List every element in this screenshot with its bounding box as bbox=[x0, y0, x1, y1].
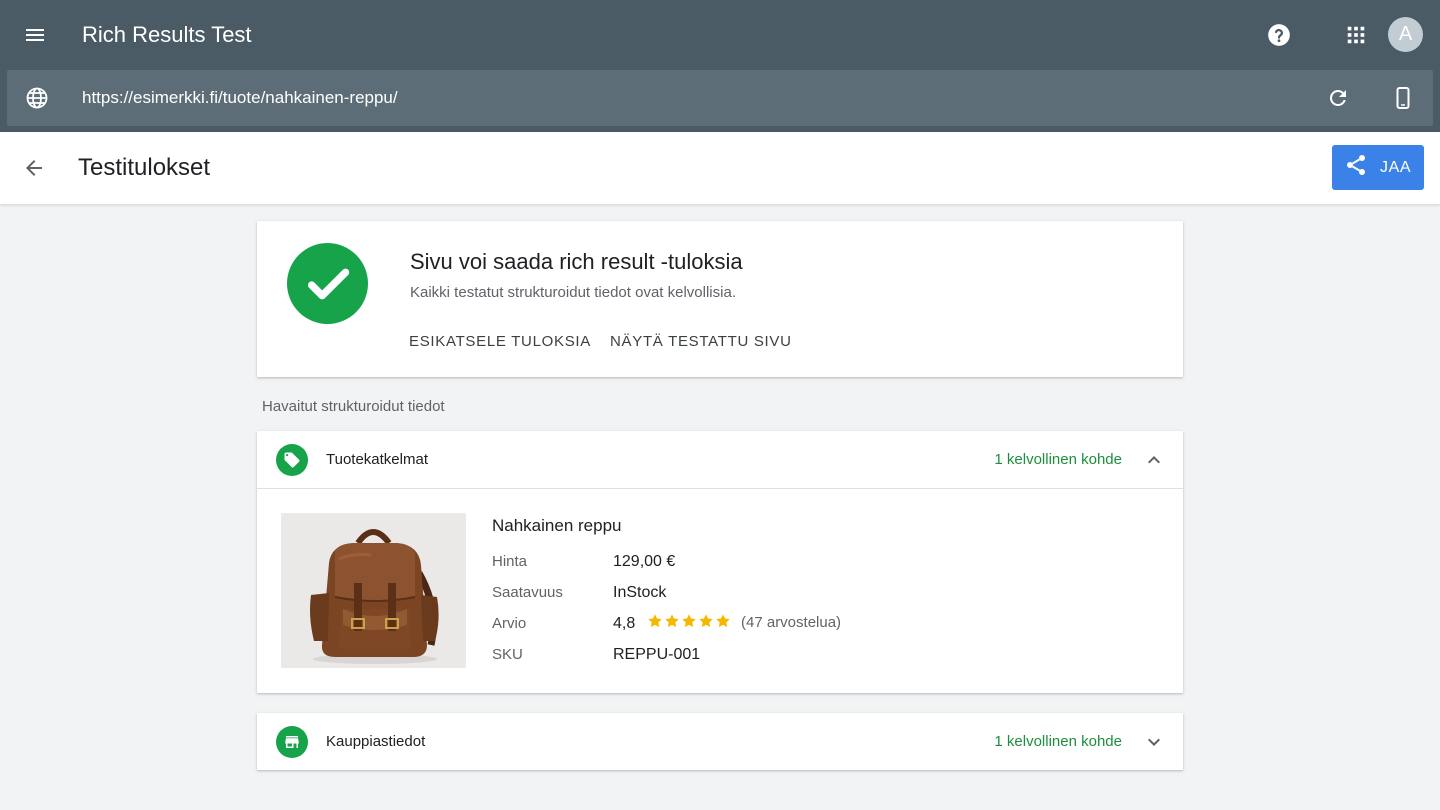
star-icon bbox=[699, 614, 713, 628]
share-button-label: JAA bbox=[1380, 158, 1412, 176]
valid-count: 1 kelvollinen kohde bbox=[994, 451, 1122, 468]
page-title: Testitulokset bbox=[78, 154, 211, 181]
menu-icon[interactable] bbox=[15, 15, 55, 55]
store-icon bbox=[276, 726, 308, 758]
share-icon bbox=[1344, 153, 1368, 182]
globe-icon bbox=[17, 78, 57, 118]
smartphone-icon[interactable] bbox=[1383, 78, 1423, 118]
price-label: Hinta bbox=[492, 553, 528, 570]
share-button[interactable]: JAA bbox=[1332, 145, 1424, 190]
chevron-down-icon[interactable] bbox=[1138, 726, 1170, 758]
help-icon[interactable] bbox=[1259, 15, 1299, 55]
app-bar-top: Rich Results Test A bbox=[0, 0, 1440, 70]
sku-label: SKU bbox=[492, 646, 523, 663]
star-icon bbox=[665, 614, 679, 628]
arrow-back-icon[interactable] bbox=[14, 148, 54, 188]
rating-stars bbox=[647, 613, 731, 629]
valid-count: 1 kelvollinen kohde bbox=[994, 733, 1122, 750]
backpack-image bbox=[281, 513, 466, 668]
detected-data-label: Havaitut strukturoidut tiedot bbox=[262, 398, 445, 415]
product-snippets-header[interactable]: Tuotekatkelmat 1 kelvollinen kohde bbox=[257, 431, 1183, 488]
merchant-info-header[interactable]: Kauppiastiedot 1 kelvollinen kohde bbox=[257, 713, 1183, 770]
chevron-up-icon[interactable] bbox=[1138, 444, 1170, 476]
app-bar: Rich Results Test A https://esimerkki.fi… bbox=[0, 0, 1440, 132]
check-circle-icon bbox=[287, 243, 368, 324]
star-icon bbox=[716, 614, 730, 628]
review-count: (47 arvostelua) bbox=[741, 614, 842, 631]
summary-card: Sivu voi saada rich result -tuloksia Kai… bbox=[257, 221, 1183, 377]
divider bbox=[257, 488, 1183, 489]
merchant-info-card: Kauppiastiedot 1 kelvollinen kohde bbox=[257, 713, 1183, 770]
app-title: Rich Results Test bbox=[82, 22, 252, 47]
price-value: 129,00 € bbox=[613, 553, 676, 570]
star-icon bbox=[648, 614, 662, 628]
summary-subtitle: Kaikki testatut strukturoidut tiedot ova… bbox=[410, 284, 736, 301]
group-name: Tuotekatkelmat bbox=[326, 451, 428, 468]
results-header: Testitulokset JAA bbox=[0, 132, 1440, 204]
availability-label: Saatavuus bbox=[492, 584, 563, 601]
apps-grid-icon[interactable] bbox=[1336, 15, 1376, 55]
view-tested-page-button[interactable]: NÄYTÄ TESTATTU SIVU bbox=[610, 332, 792, 352]
avatar[interactable]: A bbox=[1388, 17, 1423, 52]
rating-value: 4,8 bbox=[613, 615, 636, 632]
group-name: Kauppiastiedot bbox=[326, 733, 426, 750]
product-snippets-card: Tuotekatkelmat 1 kelvollinen kohde Nahka… bbox=[257, 431, 1183, 693]
preview-results-button[interactable]: ESIKATSELE TULOKSIA bbox=[409, 332, 591, 352]
url-input[interactable]: https://esimerkki.fi/tuote/nahkainen-rep… bbox=[82, 87, 398, 109]
sku-value: REPPU-001 bbox=[613, 646, 701, 663]
availability-value: InStock bbox=[613, 584, 667, 601]
rating-label: Arvio bbox=[492, 615, 527, 632]
product-name: Nahkainen reppu bbox=[492, 516, 622, 535]
tag-icon bbox=[276, 444, 308, 476]
url-bar: https://esimerkki.fi/tuote/nahkainen-rep… bbox=[7, 70, 1433, 126]
refresh-icon[interactable] bbox=[1318, 78, 1358, 118]
star-icon bbox=[682, 614, 696, 628]
summary-title: Sivu voi saada rich result -tuloksia bbox=[410, 249, 743, 274]
